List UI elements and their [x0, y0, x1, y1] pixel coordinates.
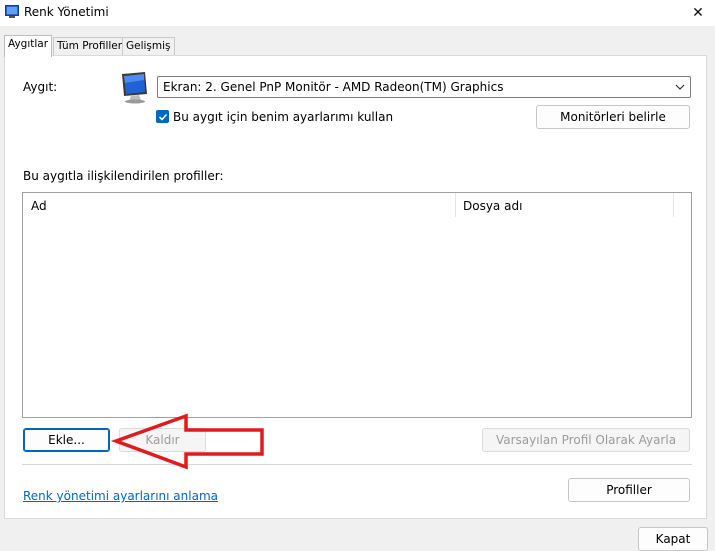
use-my-settings-checkbox[interactable]: [156, 110, 169, 123]
column-header-filename[interactable]: Dosya adı: [463, 199, 522, 223]
profiles-button-label: Profiller: [606, 483, 652, 497]
help-link[interactable]: Renk yönetimi ayarlarını anlama: [23, 489, 218, 503]
set-default-profile-button[interactable]: Varsayılan Profil Olarak Ayarla: [482, 428, 690, 452]
tab-all-profiles[interactable]: Tüm Profiller: [53, 37, 127, 55]
color-management-icon: [5, 5, 19, 18]
add-button[interactable]: Ekle...: [23, 428, 110, 452]
close-icon: ✕: [692, 5, 704, 21]
profiles-list[interactable]: Ad Dosya adı: [22, 192, 692, 418]
window-title: Renk Yönetimi: [24, 5, 109, 19]
tab-advanced[interactable]: Gelişmiş: [122, 37, 175, 55]
identify-monitors-button-label: Monitörleri belirle: [560, 110, 666, 124]
add-button-label: Ekle...: [48, 433, 85, 447]
tab-devices[interactable]: Aygıtlar: [4, 35, 53, 57]
checkmark-icon: [158, 113, 167, 121]
devices-panel: Aygıt: Ekran: 2. Genel PnP Monitör - AMD…: [4, 55, 707, 519]
use-my-settings-label: Bu aygıt için benim ayarlarımı kullan: [173, 110, 394, 124]
set-default-profile-button-label: Varsayılan Profil Olarak Ayarla: [495, 433, 677, 447]
tab-devices-label: Aygıtlar: [8, 38, 49, 50]
column-separator[interactable]: [673, 193, 674, 217]
device-select-value: Ekran: 2. Genel PnP Monitör - AMD Radeon…: [163, 80, 504, 94]
close-button[interactable]: Kapat: [638, 527, 708, 551]
profiles-section-label: Bu aygıtla ilişkilendirilen profiller:: [23, 169, 224, 183]
remove-button[interactable]: Kaldır: [119, 428, 206, 452]
device-label: Aygıt:: [23, 80, 58, 94]
divider: [22, 464, 692, 465]
column-separator[interactable]: [455, 193, 456, 217]
identify-monitors-button[interactable]: Monitörleri belirle: [536, 105, 690, 129]
remove-button-label: Kaldır: [145, 433, 180, 447]
monitor-icon: [122, 72, 147, 104]
profiles-button[interactable]: Profiller: [568, 478, 690, 502]
chevron-down-icon: [675, 84, 685, 90]
close-button-label: Kapat: [655, 532, 691, 546]
device-select[interactable]: Ekran: 2. Genel PnP Monitör - AMD Radeon…: [157, 76, 691, 98]
tab-advanced-label: Gelişmiş: [126, 40, 171, 52]
close-window-button[interactable]: ✕: [681, 0, 715, 26]
tab-all-profiles-label: Tüm Profiller: [57, 40, 123, 52]
title-bar: Renk Yönetimi ✕: [0, 0, 715, 26]
column-header-name[interactable]: Ad: [31, 199, 47, 223]
